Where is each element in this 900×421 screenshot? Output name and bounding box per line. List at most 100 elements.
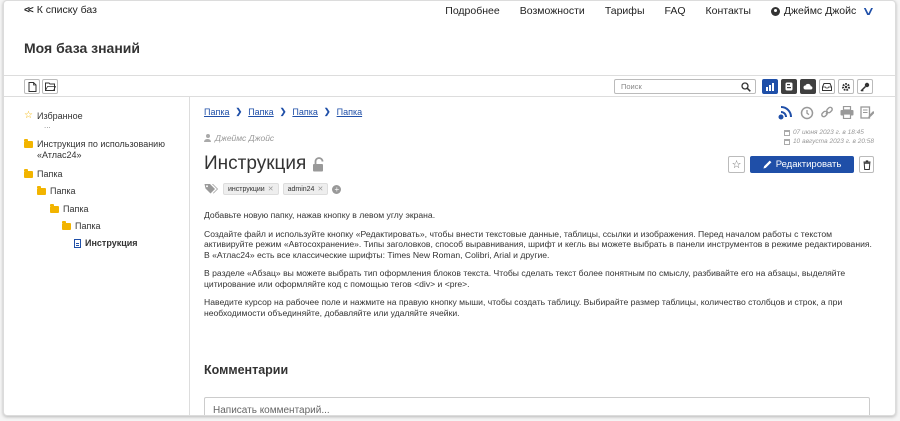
- document-author: Джеймс Джойс: [204, 133, 274, 143]
- back-link-label: К списку баз: [36, 4, 97, 16]
- top-bar: << К списку баз Подробнее Возможности Та…: [4, 1, 895, 19]
- link-icon[interactable]: [820, 106, 834, 120]
- created-date: 07 июня 2023 г. в 18:45: [792, 129, 864, 136]
- sidebar-item-folder-level2[interactable]: Папка: [37, 186, 76, 197]
- access-key-button[interactable]: [857, 79, 873, 94]
- close-icon[interactable]: ✕: [268, 185, 274, 193]
- sidebar-ellipsis: ...: [44, 121, 51, 130]
- unlock-icon[interactable]: [312, 156, 326, 172]
- comments-heading: Комментарии: [204, 363, 289, 377]
- new-folder-button[interactable]: [42, 79, 58, 94]
- breadcrumb: Папка ❯ Папка ❯ Папка ❯ Папка: [204, 107, 362, 117]
- breadcrumb-link[interactable]: Папка: [248, 107, 274, 117]
- sidebar-item-favorites[interactable]: ☆ Избранное: [24, 111, 83, 122]
- nav-link-contacts[interactable]: Контакты: [706, 5, 751, 17]
- calendar-icon: [783, 129, 790, 136]
- paragraph: В разделе «Абзац» вы можете выбрать тип …: [204, 268, 846, 289]
- sidebar-item-folder-level3[interactable]: Папка: [50, 204, 89, 215]
- sidebar-item-document-instruction[interactable]: Инструкция: [74, 238, 138, 249]
- tag-label: admin24: [287, 185, 315, 193]
- tag-chip[interactable]: инструкции ✕: [223, 183, 279, 195]
- sidebar-item-label: Папка: [63, 204, 89, 214]
- print-icon[interactable]: [840, 106, 854, 119]
- document-actions: [778, 105, 874, 120]
- paragraph: Создайте файл и используйте кнопку «Реда…: [204, 228, 872, 260]
- folder-icon: [24, 139, 33, 148]
- gear-icon: [842, 82, 850, 91]
- nav-link-features[interactable]: Возможности: [520, 5, 585, 17]
- document-pane: Папка ❯ Папка ❯ Папка ❯ Папка Джеймс Джо…: [204, 97, 874, 415]
- delete-button[interactable]: [859, 156, 874, 173]
- key-icon: [860, 82, 870, 92]
- comment-box: [204, 397, 870, 415]
- chevron-right-icon: ❯: [235, 107, 243, 116]
- new-document-button[interactable]: [24, 79, 40, 94]
- nav-link-pricing[interactable]: Тарифы: [605, 5, 645, 17]
- statistics-button[interactable]: [762, 79, 778, 94]
- document-title: Инструкция: [204, 153, 326, 175]
- document-edit-icon[interactable]: [860, 105, 874, 120]
- sidebar-item-label: Инструкция: [85, 238, 138, 248]
- app-window: << К списку баз Подробнее Возможности Та…: [3, 0, 896, 416]
- chevron-down-icon[interactable]: ∨: [862, 4, 876, 18]
- toolbar-right: [614, 79, 873, 94]
- updated-date-row: 10 августа 2023 г. в 20:58: [783, 137, 874, 146]
- sidebar-item-label: Инструкция по использованию «Атлас24»: [37, 139, 165, 160]
- chevron-right-icon: ❯: [323, 107, 331, 116]
- search-input[interactable]: [621, 82, 741, 91]
- edit-button[interactable]: Редактировать: [750, 156, 854, 173]
- chevron-right-icon: ❯: [279, 107, 287, 116]
- document-dates: 07 июня 2023 г. в 18:45 10 августа 2023 …: [783, 128, 874, 146]
- star-outline-icon: ☆: [731, 159, 742, 171]
- folder-open-icon: [44, 82, 56, 91]
- double-chevron-left-icon: <<: [24, 4, 34, 16]
- folder-icon: [37, 186, 46, 195]
- sidebar-item-label: Папка: [37, 169, 63, 179]
- paragraph: Наведите курсор на рабочее поле и нажмит…: [204, 297, 843, 318]
- page-title: Моя база знаний: [24, 40, 141, 56]
- document-edit-actions: ☆ Редактировать: [728, 156, 874, 173]
- star-outline-icon: ☆: [24, 110, 33, 121]
- toolbar-left: [24, 79, 58, 94]
- folder-icon: [62, 221, 71, 230]
- edit-button-label: Редактировать: [775, 159, 842, 170]
- breadcrumb-link[interactable]: Папка: [292, 107, 318, 117]
- favorite-button[interactable]: ☆: [728, 156, 745, 173]
- search-box: [614, 79, 756, 94]
- user-menu[interactable]: Джеймс Джойс ∨: [770, 4, 876, 18]
- blog-icon: [785, 82, 793, 91]
- sidebar-tree: ☆ Избранное ... Инструкция по использова…: [4, 97, 190, 415]
- paragraph: Добавьте новую папку, нажав кнопку в лев…: [204, 210, 436, 220]
- nav-link-details[interactable]: Подробнее: [445, 5, 499, 17]
- calendar-edit-icon: [783, 138, 790, 145]
- back-to-list-link[interactable]: << К списку баз: [24, 4, 97, 16]
- breadcrumb-link[interactable]: Папка: [204, 107, 230, 117]
- close-icon[interactable]: ✕: [317, 185, 323, 193]
- tag-list: инструкции ✕ admin24 ✕ +: [204, 183, 342, 195]
- blog-button[interactable]: [781, 79, 797, 94]
- sidebar-item-label: Папка: [75, 221, 101, 231]
- tag-chip[interactable]: admin24 ✕: [282, 183, 329, 195]
- toolbar: [4, 75, 895, 97]
- document-body: Добавьте новую папку, нажав кнопку в лев…: [204, 210, 874, 326]
- user-icon: [204, 134, 211, 142]
- chart-icon: [766, 83, 774, 91]
- created-date-row: 07 июня 2023 г. в 18:45: [783, 128, 874, 137]
- sidebar-item-folder-instruction-atlas[interactable]: Инструкция по использованию «Атлас24»: [24, 139, 184, 161]
- document-title-text: Инструкция: [204, 153, 307, 174]
- add-tag-icon[interactable]: +: [332, 184, 342, 194]
- settings-button[interactable]: [838, 79, 854, 94]
- cloud-button[interactable]: [800, 79, 816, 94]
- nav-link-faq[interactable]: FAQ: [665, 5, 686, 17]
- sidebar-item-folder-level4[interactable]: Папка: [62, 221, 101, 232]
- sidebar-item-folder-level1[interactable]: Папка: [24, 169, 63, 180]
- top-nav: Подробнее Возможности Тарифы FAQ Контакт…: [445, 4, 876, 18]
- pencil-icon: [763, 160, 772, 169]
- archive-button[interactable]: [819, 79, 835, 94]
- comment-input[interactable]: [213, 405, 861, 415]
- history-icon[interactable]: [800, 106, 814, 120]
- search-icon[interactable]: [741, 81, 751, 92]
- trash-icon: [863, 159, 870, 170]
- breadcrumb-link[interactable]: Папка: [337, 107, 363, 117]
- share-icon[interactable]: [778, 105, 794, 120]
